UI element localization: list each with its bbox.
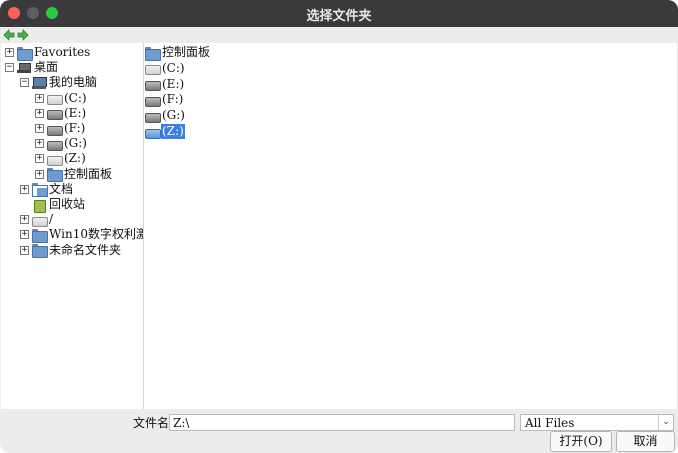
tree-expander-icon[interactable]: +: [35, 169, 44, 179]
tree-item[interactable]: 我的电脑: [32, 75, 98, 90]
list-item[interactable]: 控制面板: [145, 45, 211, 61]
tree-expander-icon[interactable]: +: [35, 154, 44, 164]
list-item[interactable]: (Z:): [145, 124, 185, 139]
file-type-value: All Files: [525, 416, 575, 430]
tree-expander-icon[interactable]: +: [20, 245, 29, 255]
tree-item-label: 我的电脑: [49, 75, 98, 90]
list-item-label: (G:): [162, 108, 185, 123]
tree-item[interactable]: 回收站: [32, 197, 86, 213]
drive-icon: [145, 78, 161, 92]
forward-arrow-icon[interactable]: [17, 29, 29, 41]
folder-icon: [145, 46, 161, 61]
drive-icon: [145, 62, 161, 76]
tree-item[interactable]: (C:): [47, 91, 88, 106]
drive-icon: [32, 214, 48, 227]
list-item[interactable]: (G:): [145, 108, 186, 123]
list-item[interactable]: (F:): [145, 92, 184, 107]
back-arrow-icon[interactable]: [3, 29, 15, 41]
tree-item-label: 控制面板: [64, 166, 113, 181]
tree-expander-icon[interactable]: +: [20, 184, 29, 194]
navigation-toolbar: [0, 27, 678, 43]
tree-expander-icon[interactable]: −: [5, 63, 14, 73]
tree-expander-icon[interactable]: +: [35, 124, 44, 133]
drive-icon: [47, 107, 63, 121]
file-type-select[interactable]: All Files ⌄: [520, 414, 674, 431]
tree-expander-icon[interactable]: +: [5, 48, 14, 57]
folder-icon: [32, 228, 48, 243]
list-item-label: (F:): [162, 92, 184, 107]
list-item-label: (Z:): [161, 124, 185, 139]
tree-expander-icon[interactable]: +: [35, 108, 44, 118]
open-button[interactable]: 打开(O): [550, 431, 612, 452]
list-item-label: 控制面板: [162, 45, 211, 59]
tree-item-label: Favorites: [34, 45, 91, 59]
tree-item-label: Win10数字权利激活: [49, 227, 143, 242]
drive-icon: [145, 94, 161, 107]
tree-item[interactable]: /: [32, 212, 54, 227]
tree-item-label: (C:): [64, 90, 87, 105]
tree-item-label: 文档: [49, 181, 74, 196]
tree-item[interactable]: Win10数字权利激活: [32, 227, 143, 243]
dialog-footer: 文件名: All Files ⌄ 打开(O) 取消: [0, 409, 678, 453]
tree-expander-icon[interactable]: −: [20, 78, 29, 88]
tree-item[interactable]: 文档: [32, 181, 74, 198]
tree-item[interactable]: Favorites: [17, 45, 91, 61]
tree-item-label: 未命名文件夹: [49, 242, 122, 257]
tree-item-label: (E:): [64, 105, 87, 120]
tree-item-label: (G:): [64, 136, 87, 151]
drive-icon: [47, 138, 63, 151]
drive-icon: [47, 123, 63, 136]
tree-item-label: 桌面: [34, 60, 59, 75]
list-item-label: (E:): [162, 76, 185, 91]
tree-expander-icon[interactable]: +: [35, 139, 44, 149]
tree-expander-icon[interactable]: +: [20, 215, 29, 225]
filename-input[interactable]: [169, 414, 515, 431]
tree-item-label: /: [49, 212, 54, 227]
recycle-bin-icon: [32, 199, 46, 213]
filename-label: 文件名:: [133, 416, 174, 430]
tree-item[interactable]: 未命名文件夹: [32, 242, 122, 259]
folder-icon: [47, 168, 63, 183]
tree-expander-icon[interactable]: +: [20, 230, 29, 240]
tree-item[interactable]: (G:): [47, 136, 88, 151]
computer-icon: [32, 76, 47, 89]
folder-icon: [32, 244, 48, 259]
drive-icon: [47, 92, 63, 106]
tree-item[interactable]: (E:): [47, 106, 87, 121]
drive-icon: [145, 110, 161, 123]
tree-expander-icon[interactable]: +: [35, 93, 44, 103]
window-title: 选择文件夹: [306, 9, 372, 24]
title-bar[interactable]: 选择文件夹: [0, 0, 678, 27]
tree-item[interactable]: 控制面板: [47, 166, 113, 183]
tree-item[interactable]: (F:): [47, 121, 86, 136]
file-dialog-window: 选择文件夹 + Favorites − 桌面 − 我的电脑 + (C:) + (E:) + (F:) +…: [0, 0, 678, 453]
folder-content-list[interactable]: 控制面板 (C:) (E:) (F:) (G:) (Z:): [144, 43, 677, 409]
folder-icon: [17, 46, 33, 61]
drive-icon: [145, 126, 161, 139]
list-item[interactable]: (C:): [145, 61, 186, 76]
desktop-icon: [17, 62, 31, 74]
chevron-down-icon[interactable]: ⌄: [658, 415, 673, 430]
tree-item[interactable]: 桌面: [17, 60, 59, 75]
list-item-label: (C:): [162, 60, 185, 75]
cancel-button[interactable]: 取消: [616, 431, 675, 452]
tree-item-label: (Z:): [64, 151, 86, 166]
list-item[interactable]: (E:): [145, 77, 185, 92]
tree-item-label: 回收站: [49, 197, 86, 211]
documents-icon: [32, 183, 48, 198]
drive-icon: [47, 153, 63, 166]
tree-item-label: (F:): [64, 121, 86, 135]
folder-tree-pane[interactable]: + Favorites − 桌面 − 我的电脑 + (C:) + (E:) + (F:) + (G:) +(…: [1, 43, 144, 409]
tree-item[interactable]: (Z:): [47, 151, 87, 166]
